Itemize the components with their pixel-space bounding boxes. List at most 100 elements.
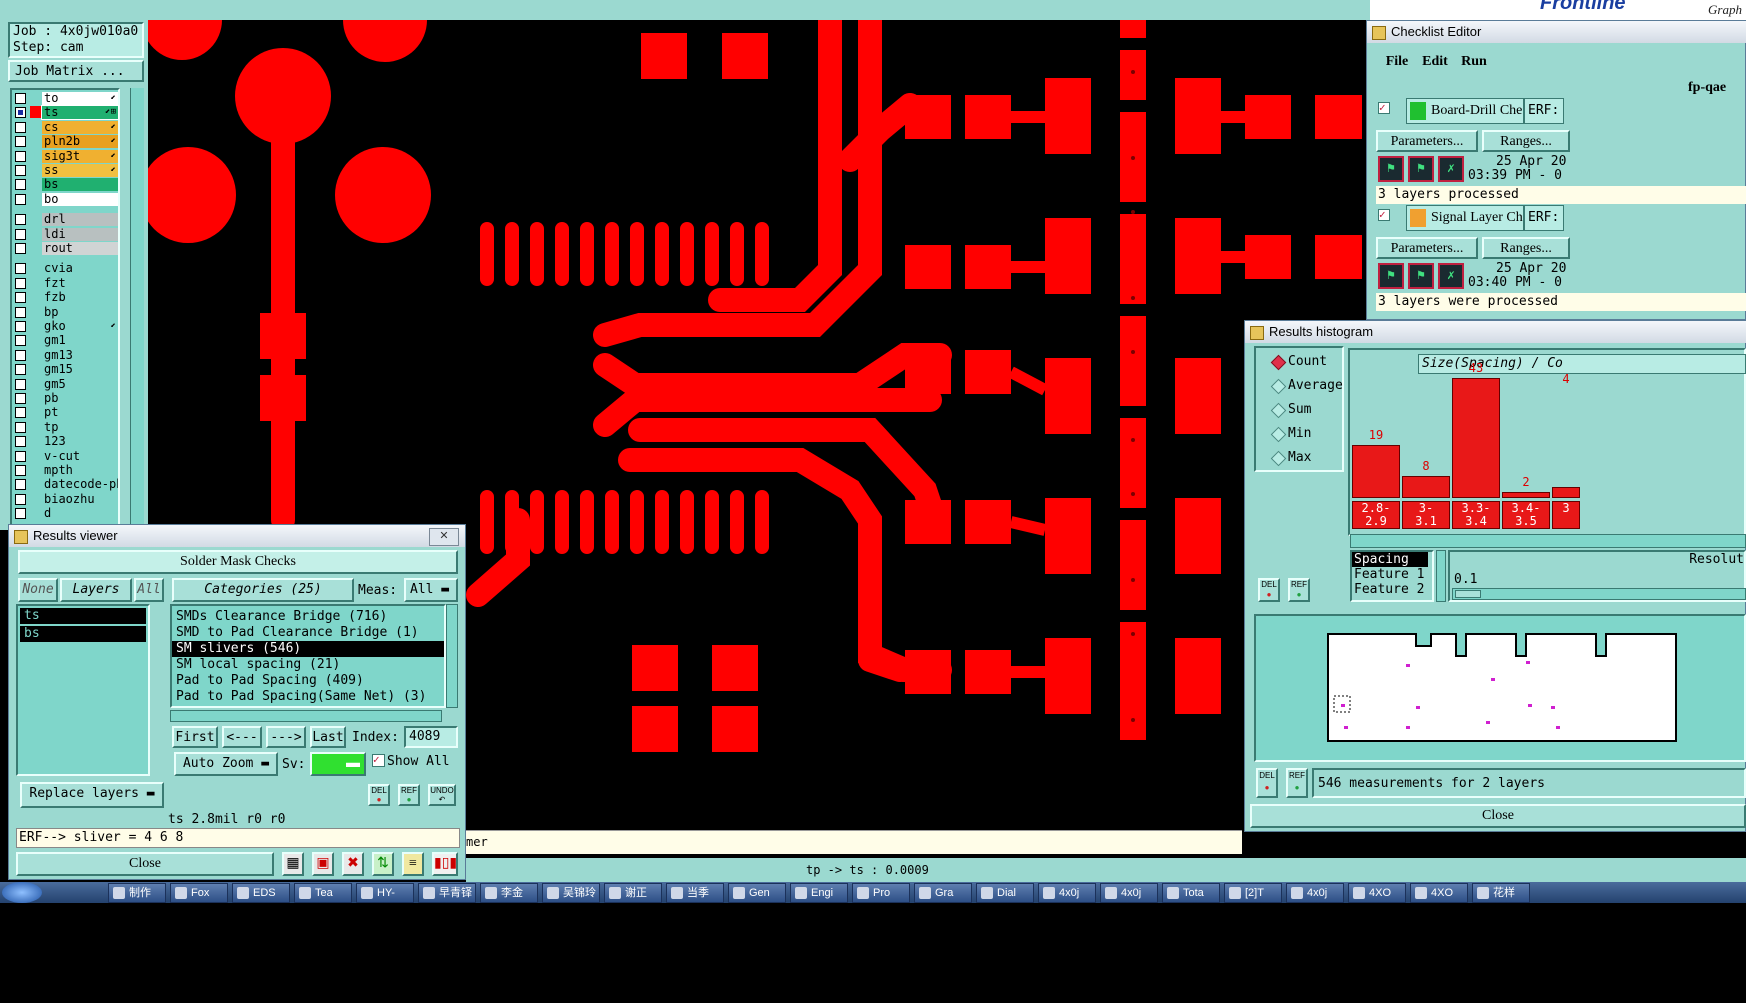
- mode-average[interactable]: Average: [1268, 376, 1352, 396]
- mode-sum[interactable]: Sum: [1268, 400, 1352, 420]
- ranges-button[interactable]: Ranges...: [1482, 237, 1570, 259]
- list-item[interactable]: Pad to Pad Spacing(Same Net) (3): [172, 689, 444, 705]
- layer-checkbox[interactable]: [15, 306, 26, 318]
- zoom-select[interactable]: Auto Zoom ▬: [174, 752, 278, 776]
- layer-list-scrollbar[interactable]: [130, 88, 144, 528]
- axis-item-selected[interactable]: Spacing: [1352, 552, 1428, 567]
- taskbar-item[interactable]: 制作: [108, 883, 166, 903]
- toolbar-icon-3[interactable]: ✖: [342, 852, 364, 876]
- taskbar-item[interactable]: 当季: [666, 883, 724, 903]
- action-name[interactable]: Signal Layer Ch: [1406, 205, 1524, 231]
- histogram-bar[interactable]: [1402, 476, 1450, 498]
- action-checkbox[interactable]: ✓: [1378, 209, 1390, 221]
- menu-file[interactable]: File: [1376, 50, 1418, 74]
- layer-checkbox[interactable]: [15, 107, 26, 119]
- categories-hscroll[interactable]: [170, 710, 442, 722]
- layer-checkbox[interactable]: [15, 292, 26, 304]
- layer-checkbox[interactable]: [15, 321, 26, 332]
- layer-checkbox[interactable]: [15, 465, 26, 476]
- axis-item[interactable]: Feature 1: [1352, 567, 1432, 582]
- toolbar-icon-4[interactable]: ⇅: [372, 852, 394, 876]
- layer-row-fzb[interactable]: fzb: [12, 291, 118, 305]
- layer-row-bo[interactable]: bo: [12, 192, 118, 206]
- taskbar-item[interactable]: 花样: [1472, 883, 1530, 903]
- layer-row-gm5[interactable]: gm5: [12, 377, 118, 391]
- all-layers-button[interactable]: All: [134, 578, 164, 602]
- layer-row-sig3t[interactable]: sig3t ⬋: [12, 149, 118, 163]
- taskbar-item[interactable]: Gra: [914, 883, 972, 903]
- erf-field[interactable]: ERF:: [1524, 205, 1564, 231]
- layer-checkbox[interactable]: [15, 193, 26, 205]
- layer-row-datecode-pbe[interactable]: datecode-pbe: [12, 478, 118, 492]
- layer-checkbox[interactable]: [15, 378, 26, 390]
- menu-run[interactable]: Run: [1454, 50, 1494, 74]
- layer-checkbox[interactable]: [15, 263, 26, 275]
- toolbar-icon-5[interactable]: ≡: [402, 852, 424, 876]
- run-all-icon[interactable]: ⚑: [1408, 263, 1434, 289]
- resolution-slider[interactable]: [1452, 588, 1746, 600]
- layer-row-fzt[interactable]: fzt: [12, 276, 118, 290]
- mode-count[interactable]: Count: [1268, 352, 1352, 372]
- layer-checkbox[interactable]: [15, 493, 26, 505]
- axis-list[interactable]: Spacing Feature 1 Feature 2: [1350, 550, 1434, 602]
- list-item[interactable]: SMD to Pad Clearance Bridge (1): [172, 625, 444, 641]
- taskbar-item[interactable]: HY-: [356, 883, 414, 903]
- layer-checkbox[interactable]: [15, 349, 26, 361]
- taskbar-item[interactable]: 4XO: [1348, 883, 1406, 903]
- list-item[interactable]: bs: [20, 626, 146, 642]
- replace-layers-select[interactable]: Replace layers ▬: [20, 782, 164, 808]
- histogram-bar[interactable]: [1502, 492, 1550, 498]
- histogram-icon[interactable]: ▮▯▮: [432, 852, 458, 876]
- layer-row-rout[interactable]: rout: [12, 242, 118, 255]
- histogram-bar[interactable]: [1452, 378, 1500, 498]
- layer-row-biaozhu[interactable]: biaozhu: [12, 492, 118, 506]
- layer-row-tp[interactable]: tp: [12, 420, 118, 434]
- layer-row-pln2b[interactable]: pln2b ⬋: [12, 135, 118, 149]
- layer-row-ss[interactable]: ss ⬋: [12, 164, 118, 177]
- taskbar-item[interactable]: 4XO: [1410, 883, 1468, 903]
- taskbar-item[interactable]: Tea: [294, 883, 352, 903]
- categories-button[interactable]: Categories (25): [172, 578, 354, 602]
- preview-del-button[interactable]: DEL ●: [1256, 768, 1278, 798]
- hist-ref-button[interactable]: REF ●: [1288, 578, 1310, 602]
- results-viewer-titlebar[interactable]: Results viewer ✕: [9, 525, 465, 547]
- run-icon[interactable]: ⚑: [1378, 156, 1404, 182]
- layer-checkbox[interactable]: [15, 243, 26, 254]
- layer-row-pb[interactable]: pb: [12, 392, 118, 405]
- taskbar-item[interactable]: 4x0j: [1038, 883, 1096, 903]
- layer-row-ts[interactable]: ts ⬋⊞: [12, 105, 119, 121]
- taskbar-item[interactable]: Tota: [1162, 883, 1220, 903]
- list-item[interactable]: SMDs Clearance Bridge (716): [172, 609, 444, 625]
- histogram-bar[interactable]: [1552, 487, 1580, 498]
- next-button[interactable]: --->: [266, 726, 306, 748]
- taskbar-item[interactable]: 吴锦玲: [542, 883, 600, 903]
- layer-checkbox[interactable]: [15, 393, 26, 404]
- toolbar-icon-2[interactable]: ▣: [312, 852, 334, 876]
- results-close-button[interactable]: Close: [16, 852, 274, 876]
- action-name[interactable]: Board-Drill Che: [1406, 98, 1524, 124]
- ref-button[interactable]: REF ●: [398, 784, 420, 806]
- taskbar-item[interactable]: 4x0j: [1100, 883, 1158, 903]
- stop-icon[interactable]: ✗: [1438, 263, 1464, 289]
- checklist-titlebar[interactable]: Checklist Editor: [1367, 21, 1746, 43]
- list-item[interactable]: Pad to Pad Spacing (409): [172, 673, 444, 689]
- layer-checkbox[interactable]: [15, 436, 26, 448]
- layer-checkbox[interactable]: [15, 165, 26, 176]
- job-matrix-button[interactable]: Job Matrix ...: [8, 60, 144, 82]
- layer-row-gko[interactable]: gko ⬋: [12, 320, 118, 333]
- taskbar-item[interactable]: Gen: [728, 883, 786, 903]
- list-item-selected[interactable]: SM slivers (546): [172, 641, 444, 657]
- layer-row-ldi[interactable]: ldi: [12, 227, 118, 241]
- layer-row-drl[interactable]: drl: [12, 213, 118, 227]
- layer-checkbox[interactable]: [15, 277, 26, 289]
- taskbar-item[interactable]: Engi: [790, 883, 848, 903]
- index-field[interactable]: 4089: [404, 726, 458, 748]
- taskbar-item[interactable]: 李金: [480, 883, 538, 903]
- layer-checkbox[interactable]: [15, 421, 26, 433]
- layer-checkbox[interactable]: [15, 136, 26, 148]
- axis-item[interactable]: Feature 2: [1352, 582, 1432, 597]
- list-item[interactable]: ts: [20, 608, 146, 624]
- menu-edit[interactable]: Edit: [1416, 50, 1454, 74]
- layer-row-v-cut[interactable]: v-cut: [12, 449, 118, 463]
- axis-scrollbar[interactable]: [1436, 550, 1446, 602]
